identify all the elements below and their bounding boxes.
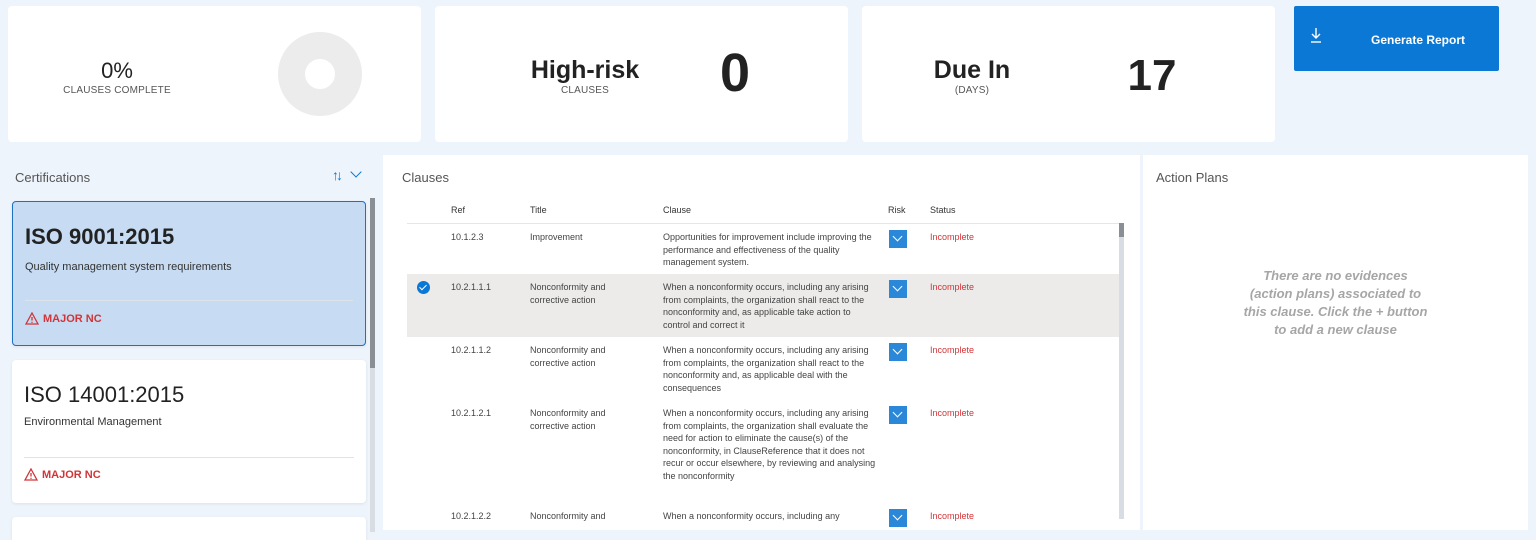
due-in-value: 17 [1127,51,1177,100]
scrollbar-thumb[interactable] [370,198,375,368]
row-clause: When a nonconformity occurs, including a… [663,345,869,393]
clauses-complete-card: 0% CLAUSES COMPLETE [8,6,421,142]
risk-dropdown[interactable] [889,509,907,527]
row-clause: When a nonconformity occurs, including a… [663,282,869,330]
certification-description: Quality management system requirements [25,261,232,273]
clauses-complete-label: CLAUSES COMPLETE [63,85,171,96]
status-badge: MAJOR NC [24,311,102,325]
high-risk-card: High-risk CLAUSES 0 [435,6,848,142]
empty-state-message: There are no evidences (action plans) as… [1243,268,1428,337]
risk-dropdown[interactable] [889,343,907,361]
generate-report-label: Generate Report [1370,33,1466,47]
certification-name: ISO 9001:2015 [25,224,175,249]
risk-dropdown[interactable] [889,280,907,298]
row-clause: Opportunities for improvement include im… [663,232,872,267]
column-header-title[interactable]: Title [530,205,547,215]
column-header-status[interactable]: Status [930,205,956,215]
due-in-label: (DAYS) [954,85,990,96]
certification-card-iso-14001[interactable]: ISO 14001:2015 Environmental Management … [12,360,366,503]
warning-icon [24,311,40,325]
clauses-title: Clauses [402,170,449,185]
row-ref: 10.2.1.2.1 [451,408,492,418]
action-plans-panel: Action Plans There are no evidences (act… [1143,155,1528,530]
row-status: Incomplete [930,345,975,355]
row-title: Nonconformity and corrective action [530,408,606,431]
table-row[interactable]: 10.2.1.1.2 Nonconformity and corrective … [407,337,1122,400]
completion-donut-chart [278,32,362,116]
scrollbar-thumb[interactable] [1119,223,1124,237]
row-title: Nonconformity and corrective action [530,345,606,368]
due-in-card: Due In (DAYS) 17 [862,6,1275,142]
status-badge: MAJOR NC [23,467,101,481]
row-status: Incomplete [930,232,975,242]
column-header-clause[interactable]: Clause [663,205,691,215]
row-title: Improvement [530,232,583,242]
table-row-selected[interactable]: 10.2.1.1.1 Nonconformity and corrective … [407,274,1122,337]
row-clause: When a nonconformity occurs, including a… [663,511,840,521]
column-header-ref[interactable]: Ref [451,205,465,215]
certification-card-iso-9001[interactable]: ISO 9001:2015 Quality management system … [12,201,366,346]
row-title: Nonconformity and [530,511,606,521]
row-clause: When a nonconformity occurs, including a… [663,408,876,481]
certification-description: Environmental Management [24,416,162,428]
table-row[interactable]: 10.2.1.2.2 Nonconformity and When a nonc… [407,503,1122,530]
row-ref: 10.1.2.3 [451,232,484,242]
certification-card-partial[interactable] [12,517,366,540]
due-in-title: Due In [933,56,1011,84]
action-plans-title: Action Plans [1156,170,1229,185]
row-ref: 10.2.1.2.2 [451,511,492,521]
selected-check-icon[interactable] [417,281,430,294]
status-badge-label: MAJOR NC [43,313,102,325]
risk-dropdown[interactable] [889,230,907,248]
card-divider [24,457,354,458]
row-ref: 10.2.1.1.2 [451,345,492,355]
table-row[interactable]: 10.2.1.2.1 Nonconformity and corrective … [407,400,1122,504]
certifications-title: Certifications [15,170,91,185]
generate-report-button[interactable]: Generate Report [1294,6,1499,71]
certifications-scrollbar[interactable] [370,198,375,532]
sort-icon: ↑↓ [332,167,343,183]
high-risk-label: CLAUSES [560,85,610,96]
warning-icon [23,467,39,481]
certification-name: ISO 14001:2015 [24,382,185,407]
table-row[interactable]: 10.1.2.3 Improvement Opportunities for i… [407,224,1122,274]
clauses-panel: Clauses Ref Title Clause Risk Status 10.… [383,155,1140,530]
sort-button[interactable]: ↑↓ [332,166,366,186]
row-status: Incomplete [930,408,975,418]
status-badge-label: MAJOR NC [42,469,101,481]
clauses-scrollbar[interactable] [1119,223,1124,519]
clauses-complete-value: 0% [101,58,133,83]
high-risk-title: High-risk [530,56,640,84]
card-divider [25,300,353,301]
row-status: Incomplete [930,511,975,521]
high-risk-value: 0 [719,43,751,103]
row-ref: 10.2.1.1.1 [451,282,492,292]
chevron-down-icon [350,166,362,178]
download-icon [1311,28,1321,43]
row-title: Nonconformity and corrective action [530,282,606,305]
row-status: Incomplete [930,282,975,292]
column-header-risk[interactable]: Risk [888,205,906,215]
risk-dropdown[interactable] [889,406,907,424]
